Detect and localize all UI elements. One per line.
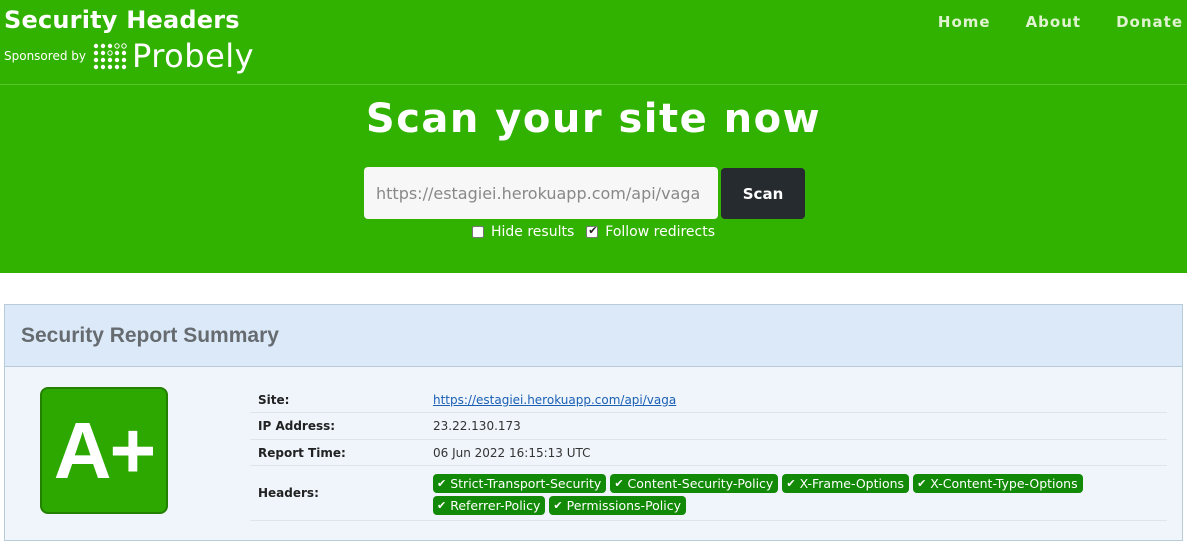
header-badge: ✔ Permissions-Policy	[549, 495, 687, 515]
header-badge: ✔ X-Content-Type-Options	[913, 473, 1083, 493]
header-badge: ✔ X-Frame-Options	[782, 473, 910, 493]
ip-value: 23.22.130.173	[433, 419, 521, 433]
nav-donate-link[interactable]: Donate	[1116, 13, 1183, 31]
site-title[interactable]: Security Headers	[4, 6, 240, 34]
report-time-label: Report Time:	[258, 445, 346, 460]
nav-home-link[interactable]: Home	[938, 13, 991, 31]
follow-redirects-label: Follow redirects	[605, 224, 716, 240]
hero-banner: Security Headers Sponsored by Probely Ho…	[0, 0, 1187, 273]
report-title: Security Report Summary	[21, 324, 279, 347]
report-panel-header: Security Report Summary	[5, 305, 1182, 367]
header-badge: ✔ Strict-Transport-Security	[433, 473, 607, 493]
header-badge: ✔ Content-Security-Policy	[610, 473, 779, 493]
hide-results-option[interactable]: Hide results	[471, 224, 575, 240]
probely-logo-icon	[93, 43, 127, 70]
header-badge: ✔ Referrer-Policy	[433, 495, 546, 515]
scan-headline: Scan your site now	[365, 96, 822, 142]
ip-label: IP Address:	[258, 419, 336, 433]
check-icon: ✔	[437, 498, 447, 512]
report-info-table: Site: https://estagiei.herokuapp.com/api…	[250, 387, 1167, 521]
table-row: Report Time: 06 Jun 2022 16:15:13 UTC	[250, 440, 1167, 466]
table-row: Headers: ✔ Strict-Transport-Security ✔ Con…	[250, 466, 1167, 521]
report-time-value: 06 Jun 2022 16:15:13 UTC	[433, 445, 591, 460]
table-row: IP Address: 23.22.130.173	[250, 413, 1167, 440]
follow-redirects-checkbox[interactable]: ✔	[586, 224, 599, 238]
headers-label: Headers:	[258, 486, 319, 500]
security-report-panel: Security Report Summary A+ Site: https:/…	[4, 304, 1183, 541]
check-icon: ✔	[917, 476, 927, 490]
check-icon: ✔	[553, 498, 563, 512]
check-icon: ✔	[614, 476, 624, 490]
header-divider	[0, 84, 1187, 85]
hide-results-label: Hide results	[490, 224, 575, 240]
follow-redirects-option[interactable]: ✔ Follow redirects	[586, 224, 715, 240]
hide-results-checkbox[interactable]	[471, 226, 484, 238]
probely-logo[interactable]: Probely	[92, 40, 254, 72]
sponsor-line: Sponsored by Probely	[4, 40, 254, 72]
sponsored-by-label: Sponsored by	[4, 49, 86, 63]
header-badges: ✔ Strict-Transport-Security ✔ Content-Secu…	[433, 470, 1103, 517]
check-icon: ✔	[786, 476, 796, 490]
header-badge-label: X-Frame-Options	[799, 475, 905, 491]
header-badge-label: Permissions-Policy	[566, 497, 682, 513]
site-link[interactable]: https://estagiei.herokuapp.com/api/vaga	[433, 393, 676, 407]
check-icon: ✔	[437, 476, 447, 490]
header-badge-label: X-Content-Type-Options	[930, 475, 1078, 491]
table-row: Site: https://estagiei.herokuapp.com/api…	[250, 387, 1167, 413]
nav-about-link[interactable]: About	[1026, 13, 1082, 31]
header-badge-label: Referrer-Policy	[450, 497, 541, 513]
scan-options: Hide results ✔ Follow redirects	[0, 224, 1187, 240]
header-badge-label: Strict-Transport-Security	[450, 475, 602, 491]
header-badge-label: Content-Security-Policy	[627, 475, 774, 491]
scan-button[interactable]: Scan	[721, 168, 805, 219]
grade-badge: A+	[40, 387, 168, 514]
sponsor-name: Probely	[131, 37, 255, 75]
site-label: Site:	[258, 392, 290, 407]
checkmark-icon: ✔	[588, 224, 598, 237]
url-input[interactable]	[364, 167, 718, 219]
top-nav: Home About Donate	[903, 13, 1183, 31]
